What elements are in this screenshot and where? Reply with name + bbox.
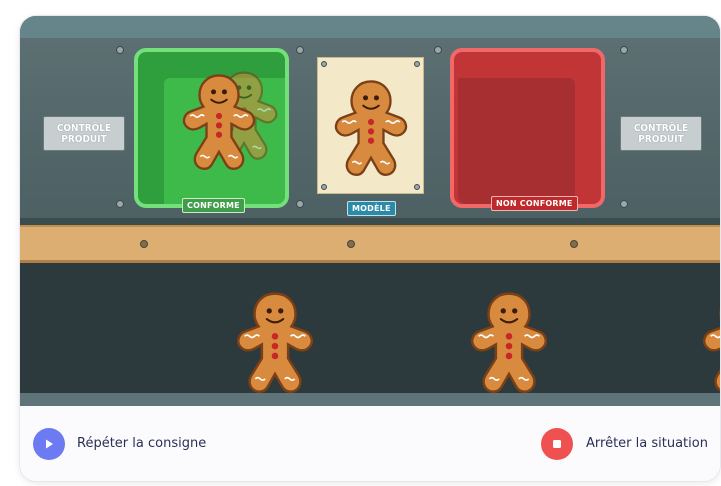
- wall-edge: [20, 218, 720, 225]
- rivet: [414, 184, 420, 190]
- label-modele: MODÈLE: [347, 201, 396, 216]
- stop-icon: [553, 440, 561, 448]
- gingerbread-man-icon: [332, 76, 410, 179]
- play-icon: [46, 439, 53, 449]
- plate-product-control-left: CONTRÔLE PRODUIT: [43, 116, 125, 151]
- plate-product-control-right: CONTRÔLE PRODUIT: [620, 116, 702, 151]
- rivet: [296, 46, 304, 54]
- stop-situation-label[interactable]: Arrêter la situation: [586, 436, 708, 451]
- rivet: [116, 46, 124, 54]
- rivet: [116, 200, 124, 208]
- rivet: [620, 200, 628, 208]
- footer-bar: Répéter la consigne Arrêter la situation: [20, 406, 720, 481]
- label-conforme: CONFORME: [182, 198, 245, 213]
- rivet: [434, 46, 442, 54]
- gingerbread-man-icon[interactable]: [700, 287, 720, 397]
- rivet: [414, 61, 420, 67]
- bin-non-conforme[interactable]: [450, 48, 605, 208]
- conveyor-belt: [20, 263, 720, 396]
- rivet: [321, 184, 327, 190]
- game-scene: CONTRÔLE PRODUIT CONTRÔLE PRODUIT CONFOR…: [20, 16, 720, 406]
- repeat-instruction-label[interactable]: Répéter la consigne: [77, 436, 206, 451]
- rivet: [570, 240, 578, 248]
- gingerbread-man-icon[interactable]: [234, 287, 316, 397]
- repeat-instruction-button[interactable]: [33, 428, 65, 460]
- stop-situation-button[interactable]: [541, 428, 573, 460]
- rivet: [296, 200, 304, 208]
- rivet: [347, 240, 355, 248]
- label-non-conforme: NON CONFORME: [491, 196, 578, 211]
- rivet: [321, 61, 327, 67]
- rivet: [620, 46, 628, 54]
- top-strip: [20, 16, 720, 38]
- rivet: [140, 240, 148, 248]
- wooden-ledge: [20, 225, 720, 263]
- belt-bottom-rail: [20, 393, 720, 406]
- gingerbread-man-icon[interactable]: [180, 70, 258, 173]
- model-card: [317, 57, 424, 194]
- activity-card: CONTRÔLE PRODUIT CONTRÔLE PRODUIT CONFOR…: [20, 16, 720, 481]
- gingerbread-man-icon[interactable]: [468, 287, 550, 397]
- bin-inner: [458, 78, 575, 204]
